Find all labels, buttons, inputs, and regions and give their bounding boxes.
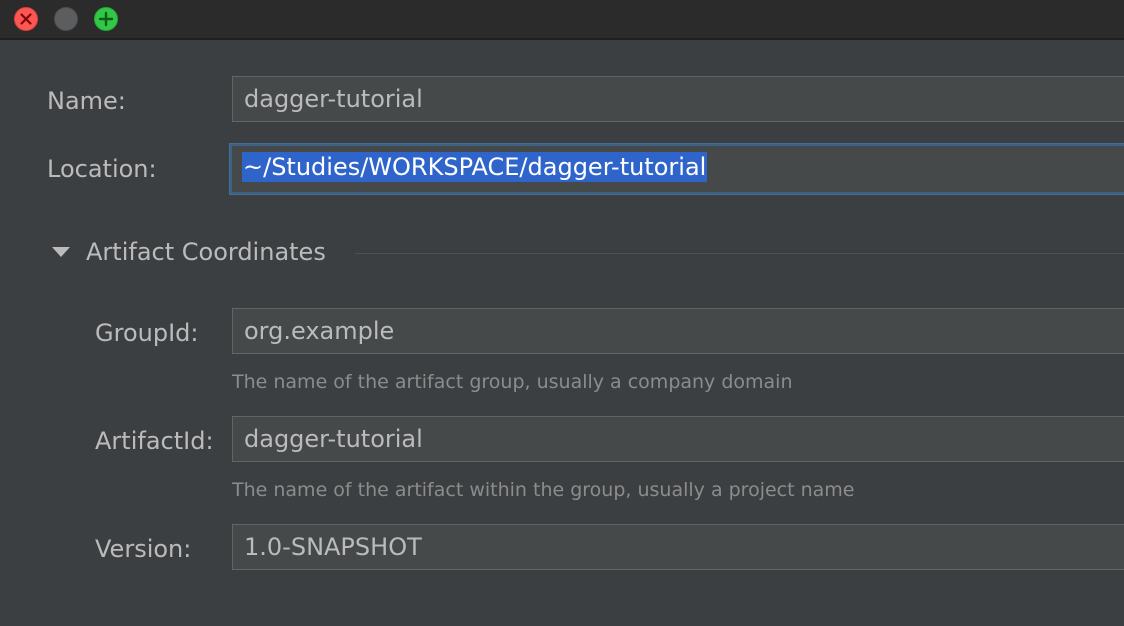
groupid-hint: The name of the artifact group, usually … [232, 371, 793, 393]
artifactid-input-value: dagger-tutorial [244, 425, 423, 453]
version-input-value: 1.0-SNAPSHOT [244, 533, 422, 561]
artifactid-input[interactable]: dagger-tutorial [232, 416, 1124, 462]
groupid-input-value: org.example [244, 317, 395, 345]
artifact-coordinates-toggle[interactable]: Artifact Coordinates [52, 236, 326, 268]
version-input[interactable]: 1.0-SNAPSHOT [232, 524, 1124, 570]
version-label: Version: [95, 535, 192, 563]
location-label: Location: [47, 155, 157, 183]
artifactid-hint: The name of the artifact within the grou… [232, 479, 855, 501]
location-input-value: ~/Studies/WORKSPACE/dagger-tutorial [242, 152, 708, 182]
location-input[interactable]: ~/Studies/WORKSPACE/dagger-tutorial [230, 144, 1124, 194]
section-divider [355, 253, 1124, 254]
minimize-icon [55, 8, 77, 30]
new-project-form: Name: dagger-tutorial Location: ~/Studie… [0, 40, 1124, 626]
window-titlebar [0, 0, 1124, 40]
artifactid-label: ArtifactId: [95, 427, 214, 455]
minimize-button[interactable] [54, 7, 78, 31]
groupid-input[interactable]: org.example [232, 308, 1124, 354]
name-input-value: dagger-tutorial [244, 85, 423, 113]
close-icon [20, 13, 32, 25]
artifact-coordinates-title: Artifact Coordinates [86, 238, 326, 266]
groupid-label: GroupId: [95, 319, 199, 347]
zoom-button[interactable] [94, 7, 118, 31]
expand-triangle-icon [52, 247, 70, 257]
plus-icon [98, 11, 114, 27]
name-label: Name: [47, 87, 126, 115]
close-button[interactable] [14, 7, 38, 31]
name-input[interactable]: dagger-tutorial [232, 76, 1124, 122]
